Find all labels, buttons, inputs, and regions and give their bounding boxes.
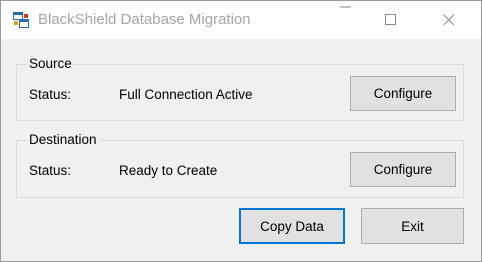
app-window-icon bbox=[13, 12, 29, 28]
source-status-label: Status: bbox=[29, 87, 72, 102]
close-button[interactable] bbox=[426, 1, 472, 39]
window-title: BlackShield Database Migration bbox=[38, 11, 251, 28]
destination-group-title: Destination bbox=[27, 132, 99, 148]
source-group-title: Source bbox=[27, 56, 74, 72]
source-configure-button[interactable]: Configure bbox=[350, 76, 456, 111]
destination-configure-button[interactable]: Configure bbox=[350, 152, 456, 187]
destination-status-label: Status: bbox=[29, 163, 72, 178]
source-status-value: Full Connection Active bbox=[119, 87, 253, 102]
exit-button[interactable]: Exit bbox=[361, 208, 464, 244]
title-bar[interactable]: BlackShield Database Migration bbox=[1, 1, 481, 39]
copy-data-button[interactable]: Copy Data bbox=[239, 208, 345, 244]
migration-window: BlackShield Database Migration Source St… bbox=[0, 0, 482, 262]
maximize-button[interactable] bbox=[368, 1, 414, 39]
destination-status-value: Ready to Create bbox=[119, 163, 218, 178]
